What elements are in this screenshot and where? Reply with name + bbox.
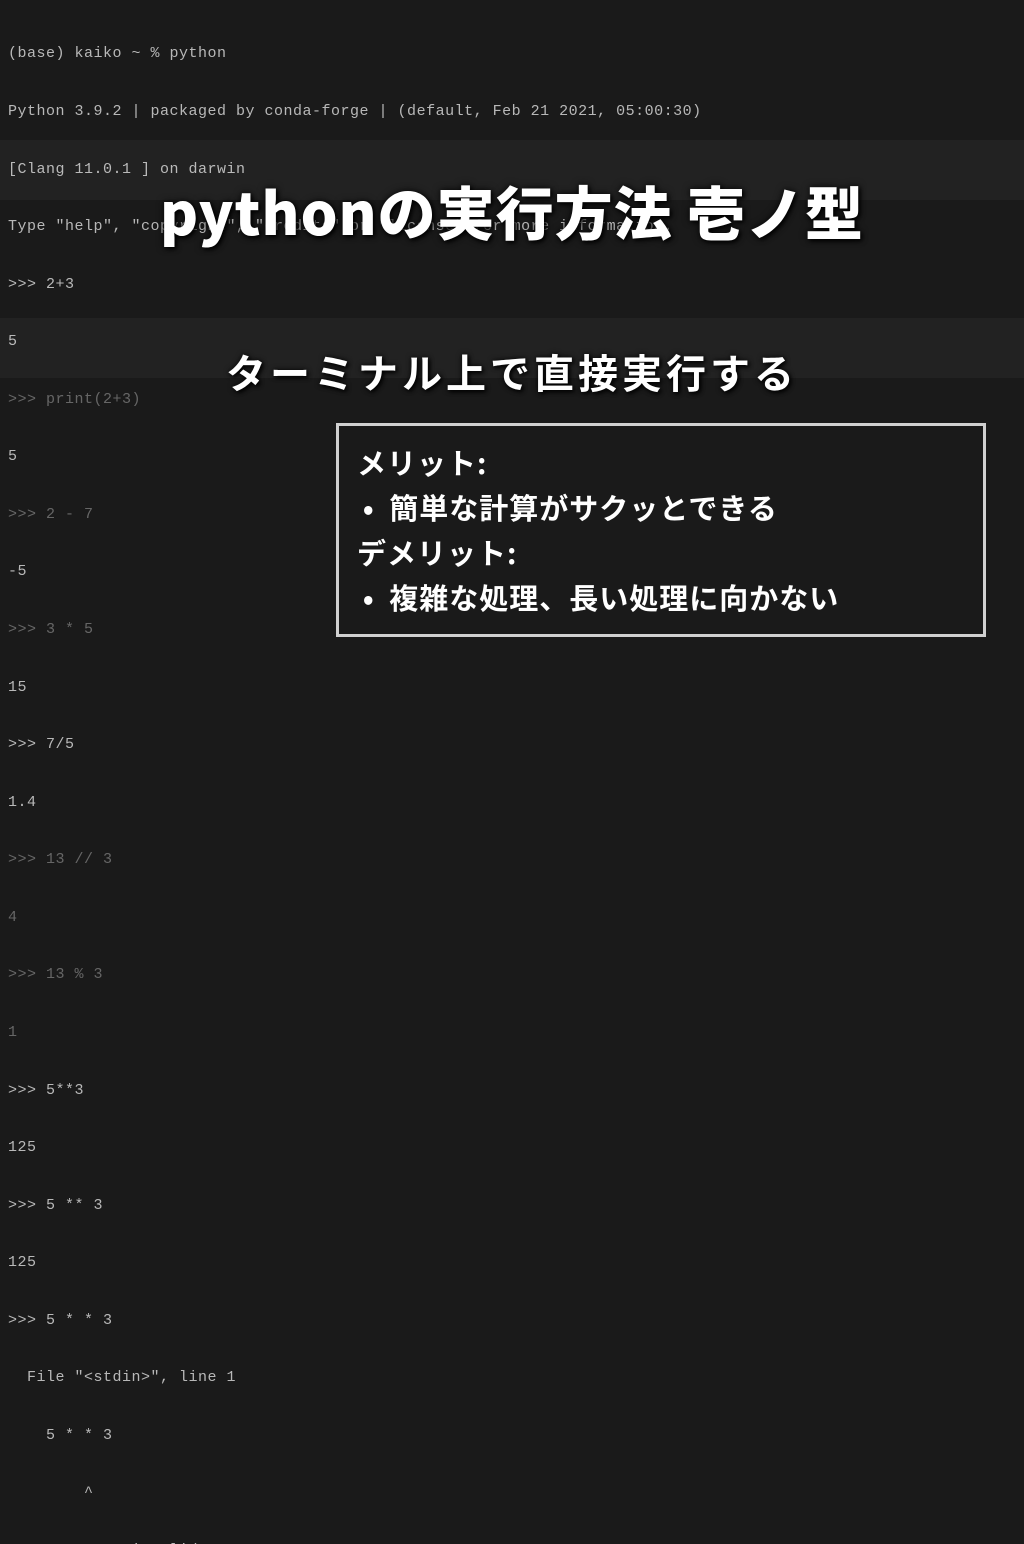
slide-subtitle: ターミナル上で直接実行する xyxy=(0,342,1024,400)
demerit-label: デメリット: xyxy=(357,530,965,575)
merit-item: 簡単な計算がサクッとできる xyxy=(363,485,965,530)
terminal-line: 125 xyxy=(8,1138,1016,1157)
terminal-line: File "<stdin>", line 1 xyxy=(8,1368,1016,1387)
terminal-line: 4 xyxy=(8,908,1016,927)
terminal-line: SyntaxError: invalid syntax xyxy=(8,1541,1016,1544)
terminal-line: >>> 5 * * 3 xyxy=(8,1311,1016,1330)
terminal-line: 125 xyxy=(8,1253,1016,1272)
terminal-line: >>> 2+3 xyxy=(8,275,1016,294)
terminal-line: 5 * * 3 xyxy=(8,1426,1016,1445)
terminal-line: (base) kaiko ~ % python xyxy=(8,44,1016,63)
terminal-line: 1 xyxy=(8,1023,1016,1042)
demerit-item: 複雑な処理、長い処理に向かない xyxy=(363,575,965,620)
terminal-line: ^ xyxy=(8,1483,1016,1502)
terminal-line: 1.4 xyxy=(8,793,1016,812)
terminal-line: >>> 7/5 xyxy=(8,735,1016,754)
slide-title: pythonの実行方法 壱ノ型 xyxy=(0,168,1024,252)
info-box: メリット: 簡単な計算がサクッとできる デメリット: 複雑な処理、長い処理に向か… xyxy=(336,423,986,637)
terminal-line: >>> 5**3 xyxy=(8,1081,1016,1100)
terminal-line: 15 xyxy=(8,678,1016,697)
terminal-line: Python 3.9.2 | packaged by conda-forge |… xyxy=(8,102,1016,121)
merit-label: メリット: xyxy=(357,440,965,485)
terminal-line: >>> 13 % 3 xyxy=(8,965,1016,984)
terminal-line: >>> 5 ** 3 xyxy=(8,1196,1016,1215)
terminal-line: >>> 13 // 3 xyxy=(8,850,1016,869)
